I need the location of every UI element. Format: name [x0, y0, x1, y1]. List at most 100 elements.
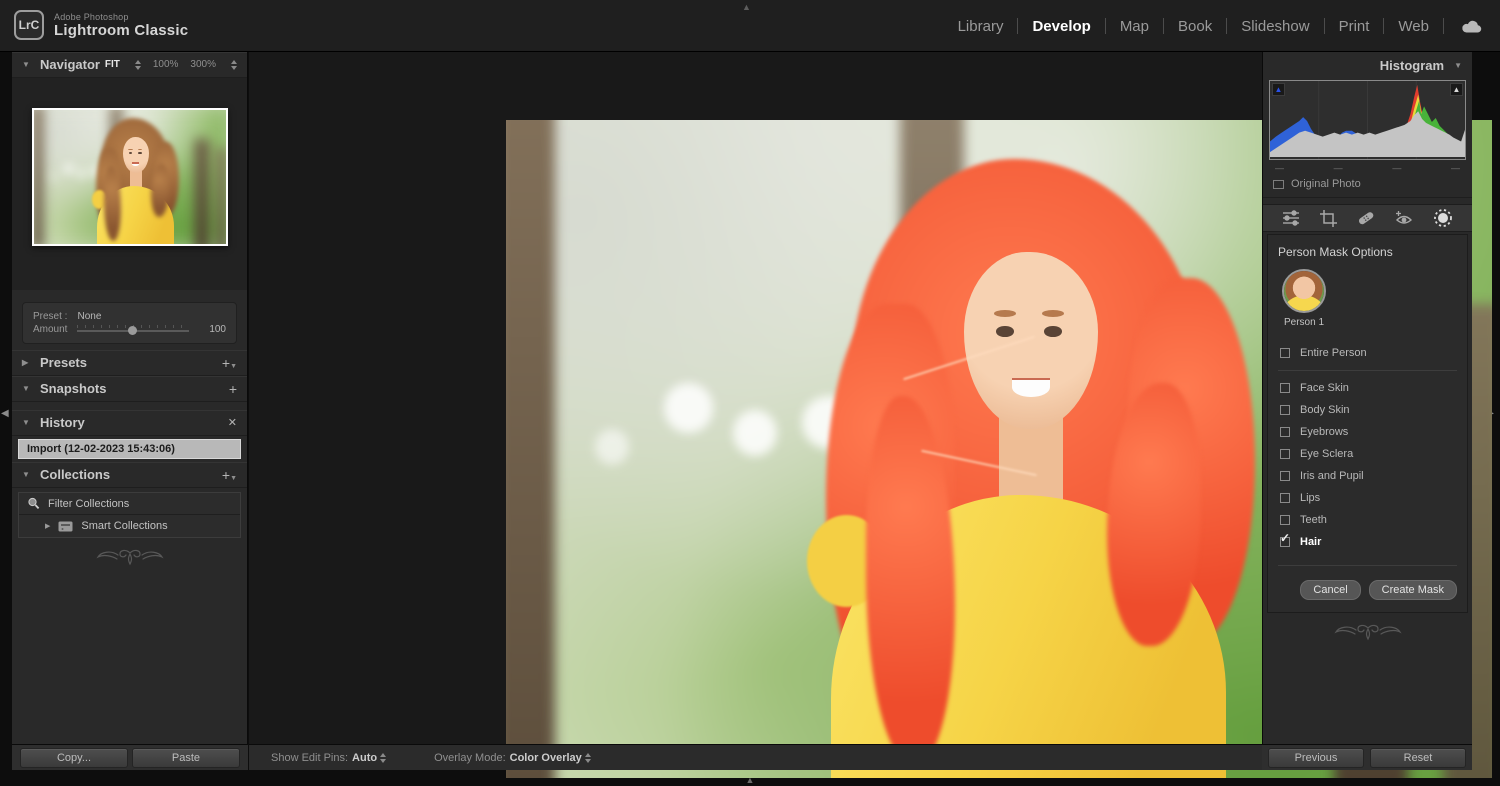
disclosure-right-icon[interactable]: ▶ [22, 358, 32, 367]
brand-line2: Lightroom Classic [54, 22, 188, 39]
option-eye-sclera[interactable]: ✓ Eye Sclera [1278, 443, 1457, 465]
collections-header[interactable]: ▼ Collections +▼ [12, 462, 247, 488]
navigator-zoom-100[interactable]: 100% [153, 59, 179, 70]
red-eye-tool-icon[interactable] [1395, 210, 1413, 226]
checkbox[interactable]: ✓ [1280, 383, 1290, 393]
module-book[interactable]: Book [1164, 14, 1226, 39]
develop-canvas [249, 52, 1262, 744]
person-avatar[interactable] [1282, 269, 1326, 313]
divider [1278, 370, 1457, 371]
amount-slider[interactable] [77, 325, 189, 335]
left-panel: ▼ Navigator FIT 100% 300% [12, 52, 248, 744]
histogram-title: Histogram [1380, 58, 1444, 73]
lightroom-window: ▲ LrC Adobe Photoshop Lightroom Classic … [0, 0, 1500, 786]
spinner-icon[interactable] [585, 753, 591, 763]
module-slideshow[interactable]: Slideshow [1227, 14, 1323, 39]
disclosure-down-icon[interactable]: ▼ [22, 470, 32, 479]
amount-label: Amount [33, 324, 67, 335]
option-hair[interactable]: ✓ Hair [1278, 531, 1457, 553]
preset-value[interactable]: None [77, 311, 101, 322]
highlight-clipping-indicator[interactable]: ▲ [1450, 83, 1463, 96]
person-thumbnail[interactable]: Person 1 [1282, 269, 1326, 328]
navigator-thumbnail[interactable] [32, 108, 228, 246]
spinner-icon[interactable] [231, 60, 237, 70]
snapshots-empty-content [12, 402, 247, 410]
history-header[interactable]: ▼ History ✕ [12, 410, 247, 436]
smart-collection-icon [58, 521, 73, 532]
original-photo-checkbox[interactable] [1273, 180, 1284, 189]
add-preset-button[interactable]: +▼ [222, 355, 237, 371]
show-edit-pins-select[interactable]: Auto [352, 752, 377, 764]
spinner-icon[interactable] [135, 60, 141, 70]
disclosure-down-icon[interactable]: ▼ [22, 384, 32, 393]
canvas-toolbar: Show Edit Pins: Auto Overlay Mode: Color… [249, 744, 1262, 770]
spinner-icon[interactable] [380, 753, 386, 763]
checkbox[interactable]: ✓ [1280, 348, 1290, 358]
disclosure-down-icon[interactable]: ▼ [1454, 61, 1462, 70]
checkbox[interactable]: ✓ [1280, 515, 1290, 525]
shadow-clipping-indicator[interactable]: ▲ [1272, 83, 1285, 96]
module-picker: Library Develop Map Book Slideshow Print… [944, 0, 1444, 52]
checkbox[interactable]: ✓ [1280, 405, 1290, 415]
original-photo-row[interactable]: Original Photo [1263, 173, 1472, 198]
top-panel-reveal-caret[interactable]: ▲ [742, 2, 751, 12]
disclosure-down-icon[interactable]: ▼ [22, 418, 32, 427]
option-face-skin[interactable]: ✓ Face Skin [1278, 377, 1457, 399]
cancel-button[interactable]: Cancel [1300, 580, 1360, 600]
cloud-sync-icon[interactable] [1460, 18, 1484, 34]
right-panel: Histogram ▼ ▲ ▲ ———— Original Photo [1262, 52, 1472, 744]
checkbox[interactable]: ✓ [1280, 493, 1290, 503]
navigator-header[interactable]: ▼ Navigator FIT 100% 300% [12, 52, 247, 78]
collapse-left-panel-arrow[interactable]: ◀ [1, 408, 9, 419]
checkbox[interactable]: ✓ [1280, 537, 1290, 547]
disclosure-right-icon[interactable]: ▶ [45, 522, 50, 530]
checkbox[interactable]: ✓ [1280, 449, 1290, 459]
filter-collections-field[interactable]: Filter Collections [19, 493, 240, 515]
navigator-fit-select[interactable]: FIT [105, 59, 120, 70]
module-develop[interactable]: Develop [1018, 14, 1104, 39]
person-label: Person 1 [1284, 317, 1324, 328]
option-eyebrows[interactable]: ✓ Eyebrows [1278, 421, 1457, 443]
add-collection-button[interactable]: +▼ [222, 467, 237, 483]
overlay-mode-select[interactable]: Color Overlay [510, 752, 582, 764]
basic-adjustments-tool-icon[interactable] [1282, 210, 1300, 226]
histogram-plot[interactable]: ▲ ▲ [1269, 80, 1466, 160]
search-icon [27, 497, 40, 510]
add-snapshot-button[interactable]: + [229, 381, 237, 397]
clear-history-button[interactable]: ✕ [228, 416, 237, 429]
previous-button[interactable]: Previous [1268, 748, 1364, 768]
amount-slider-knob[interactable] [128, 326, 137, 335]
paste-button[interactable]: Paste [132, 748, 240, 768]
copy-button[interactable]: Copy... [20, 748, 128, 768]
presets-header[interactable]: ▶ Presets +▼ [12, 350, 247, 376]
option-teeth[interactable]: ✓ Teeth [1278, 509, 1457, 531]
module-print[interactable]: Print [1325, 14, 1384, 39]
masking-tool-icon[interactable] [1433, 208, 1453, 228]
panel-end-flourish [1326, 623, 1410, 641]
history-title: History [40, 415, 85, 430]
checkbox[interactable]: ✓ [1280, 427, 1290, 437]
reset-button[interactable]: Reset [1370, 748, 1466, 768]
option-lips[interactable]: ✓ Lips [1278, 487, 1457, 509]
disclosure-down-icon[interactable]: ▼ [22, 60, 32, 69]
healing-tool-icon[interactable] [1357, 210, 1375, 226]
history-item-selected[interactable]: Import (12-02-2023 15:43:06) [18, 439, 241, 459]
create-mask-button[interactable]: Create Mask [1369, 580, 1457, 600]
histogram-ticks: ———— [1263, 160, 1472, 173]
option-body-skin[interactable]: ✓ Body Skin [1278, 399, 1457, 421]
module-web[interactable]: Web [1384, 14, 1443, 39]
module-map[interactable]: Map [1106, 14, 1163, 39]
edit-tool-strip [1263, 204, 1472, 232]
option-iris-and-pupil[interactable]: ✓ Iris and Pupil [1278, 465, 1457, 487]
crop-tool-icon[interactable] [1320, 210, 1337, 227]
navigator-zoom-300[interactable]: 300% [190, 59, 216, 70]
module-library[interactable]: Library [944, 14, 1018, 39]
snapshots-header[interactable]: ▼ Snapshots + [12, 376, 247, 402]
collections-box: Filter Collections ▶ Smart Collections [18, 492, 241, 538]
checkbox[interactable]: ✓ [1280, 471, 1290, 481]
top-bar: ▲ LrC Adobe Photoshop Lightroom Classic … [0, 0, 1500, 52]
smart-collections-row[interactable]: ▶ Smart Collections [19, 515, 240, 537]
option-entire-person[interactable]: ✓ Entire Person [1278, 342, 1457, 364]
histogram-header[interactable]: Histogram ▼ [1263, 52, 1472, 78]
mask-option-list: ✓ Entire Person ✓ Face Skin ✓ Body Skin … [1278, 342, 1457, 553]
